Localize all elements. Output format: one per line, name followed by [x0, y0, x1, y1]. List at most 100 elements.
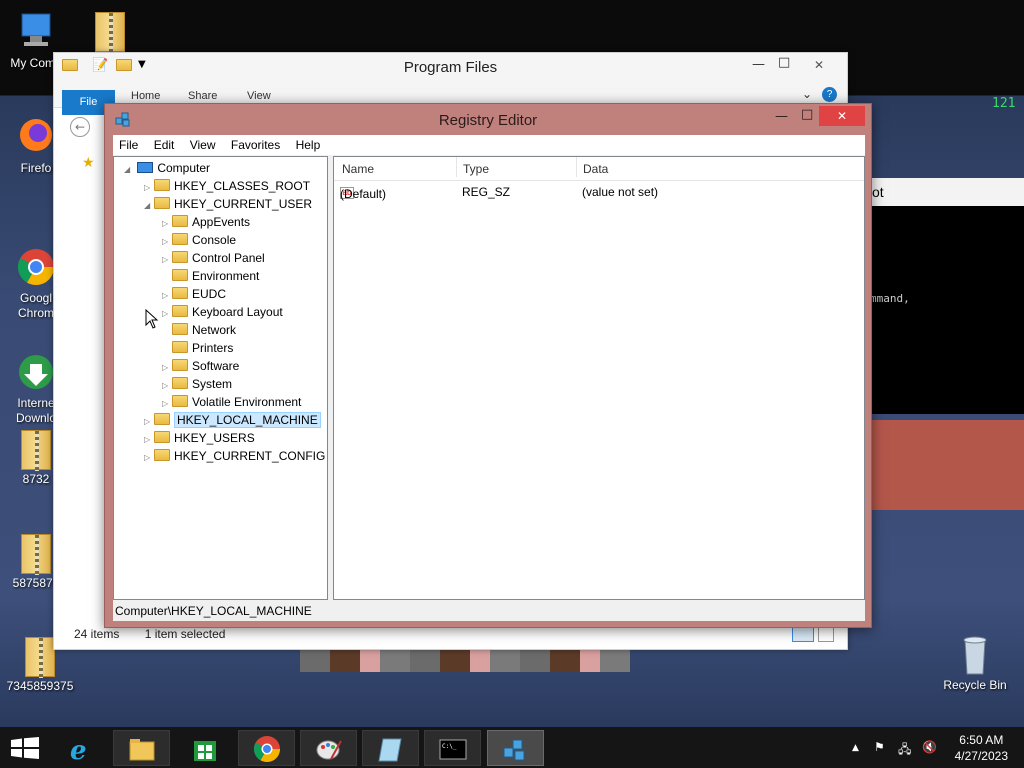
show-hidden-icons-chevron-icon[interactable]: ▲ [852, 743, 859, 753]
close-button[interactable]: ✕ [796, 55, 842, 75]
registry-editor-window[interactable]: Registry Editor — □ ✕ File Edit View Fav… [104, 103, 872, 628]
background-command-window[interactable]: ot mmand, [868, 178, 1024, 414]
notepad-icon [378, 738, 402, 762]
desktop-icon-recycle-bin[interactable]: Recycle Bin [938, 632, 1012, 693]
taskbar-registry-editor[interactable] [487, 730, 544, 766]
minimize-button[interactable]: — [775, 109, 788, 124]
expand-arrow-icon[interactable]: ▷ [144, 449, 154, 467]
command-prompt-icon: C:\_ [439, 739, 467, 760]
tree-item-printers[interactable]: Printers [162, 339, 233, 357]
taskbar-paint[interactable] [300, 730, 357, 766]
tree-item-hkey-classes-root[interactable]: ▷ HKEY_CLASSES_ROOT [144, 177, 310, 195]
column-header-data[interactable]: Data [576, 157, 608, 177]
column-header-name[interactable]: Name [342, 162, 374, 176]
mouse-cursor-icon [145, 309, 159, 329]
regedit-title-bar[interactable]: Registry Editor — □ ✕ [105, 104, 871, 135]
taskbar-notepad[interactable] [362, 730, 419, 766]
details-view-button[interactable] [792, 626, 814, 642]
close-button[interactable]: ✕ [819, 106, 865, 126]
menu-view[interactable]: View [184, 135, 222, 155]
tree-item-hkey-current-config[interactable]: ▷ HKEY_CURRENT_CONFIG [144, 447, 325, 465]
tree-item-eudc[interactable]: ▷ EUDC [162, 285, 226, 303]
list-item[interactable]: ab (Default) REG_SZ (value not set) [334, 183, 864, 201]
zip-folder-icon [21, 430, 51, 471]
tree-label: EUDC [192, 287, 227, 301]
computer-icon [137, 162, 154, 173]
ribbon-tab-home[interactable]: Home [131, 90, 160, 102]
menu-bar: File Edit View Favorites Help [113, 135, 865, 155]
taskbar-file-explorer[interactable] [113, 730, 170, 766]
registry-tree[interactable]: ◢ Computer ▷ HKEY_CLASSES_ROOT ◢ HKEY_CURR… [113, 156, 328, 600]
maximize-button[interactable]: □ [801, 107, 813, 122]
windows-start-icon[interactable] [11, 737, 39, 762]
large-icons-view-button[interactable] [818, 626, 834, 642]
tree-item-control-panel[interactable]: ▷ Control Panel [162, 249, 265, 267]
explorer-title-bar[interactable]: 📝 ▼ Program Files — □ ✕ [54, 53, 847, 83]
chevron-down-icon[interactable]: ⌄ [802, 87, 812, 101]
tree-item-hkey-current-user[interactable]: ◢ HKEY_CURRENT_USER [144, 195, 312, 213]
taskbar-store[interactable] [176, 730, 233, 766]
ribbon-tab-share[interactable]: Share [188, 90, 217, 102]
tree-item-system[interactable]: ▷ System [162, 375, 232, 393]
window-title: Registry Editor [438, 112, 538, 129]
tree-label: Printers [192, 341, 234, 355]
folder-icon [172, 323, 188, 335]
tree-item-software[interactable]: ▷ Software [162, 357, 239, 375]
menu-file[interactable]: File [113, 135, 144, 155]
folder-icon [172, 233, 188, 245]
registry-values-list[interactable]: Name Type Data ab (Default) REG_SZ (value… [333, 156, 865, 600]
ribbon-tab-view[interactable]: View [247, 90, 271, 102]
tree-label: Network [192, 323, 237, 337]
tree-item-volatile-environment[interactable]: ▷ Volatile Environment [162, 393, 301, 411]
tree-item-keyboard-layout[interactable]: ▷ Keyboard Layout [162, 303, 283, 321]
zip-folder-icon [95, 12, 125, 53]
folder-icon [172, 215, 188, 227]
tree-label: Keyboard Layout [192, 305, 283, 319]
clock-time: 6:50 AM [959, 733, 1004, 747]
taskbar-clock[interactable]: 6:50 AM 4/27/2023 [955, 732, 1008, 764]
menu-help[interactable]: Help [290, 135, 327, 155]
tree-label: Environment [192, 269, 260, 283]
desktop-icon-zip-top[interactable] [74, 10, 146, 54]
help-icon[interactable]: ? [822, 87, 837, 102]
folder-icon [172, 305, 188, 317]
tree-item-hkey-users[interactable]: ▷ HKEY_USERS [144, 429, 255, 447]
chrome-icon [14, 230, 58, 286]
item-count: 24 items [74, 627, 120, 641]
taskbar-internet-explorer[interactable]: e [52, 730, 109, 766]
menu-favorites[interactable]: Favorites [225, 135, 286, 155]
tree-item-environment[interactable]: Environment [162, 267, 259, 285]
tree-item-appevents[interactable]: ▷ AppEvents [162, 213, 250, 231]
tree-item-console[interactable]: ▷ Console [162, 231, 236, 249]
console-text: mmand, [870, 292, 910, 305]
registry-cubes-icon [503, 739, 525, 761]
minimize-button[interactable]: — [752, 57, 765, 72]
flag-icon[interactable]: ⚑ [874, 740, 885, 754]
download-manager-icon [14, 335, 58, 389]
collapse-arrow-icon[interactable]: ◢ [144, 197, 154, 215]
tree-label: Console [192, 233, 237, 247]
tree-label: Volatile Environment [192, 395, 302, 409]
back-arrow-icon[interactable]: ← [70, 117, 90, 137]
network-icon[interactable]: 🖧 [898, 740, 911, 761]
value-type: REG_SZ [462, 185, 511, 199]
tree-label: HKEY_CURRENT_CONFIG [174, 449, 326, 463]
maximize-button[interactable]: □ [778, 55, 790, 70]
paint-icon [316, 740, 342, 760]
tree-item-computer[interactable]: ◢ Computer [124, 159, 210, 177]
taskbar-command-prompt[interactable]: C:\_ [424, 730, 481, 766]
recycle-bin-icon [953, 632, 997, 676]
taskbar-chrome[interactable] [238, 730, 295, 766]
tree-item-network[interactable]: Network [162, 321, 236, 339]
clock-date: 4/27/2023 [954, 749, 1008, 763]
volume-muted-icon[interactable]: 🔇 [922, 740, 937, 754]
menu-edit[interactable]: Edit [148, 135, 181, 155]
collapse-arrow-icon[interactable]: ◢ [124, 161, 134, 179]
column-header-type[interactable]: Type [456, 157, 489, 177]
folder-icon [172, 359, 188, 371]
folder-icon [154, 449, 170, 461]
tree-item-hkey-local-machine[interactable]: ▷ HKEY_LOCAL_MACHINE [144, 411, 321, 429]
selection-count: 1 item selected [144, 627, 226, 641]
folder-icon [154, 413, 170, 425]
folder-icon [154, 179, 170, 191]
